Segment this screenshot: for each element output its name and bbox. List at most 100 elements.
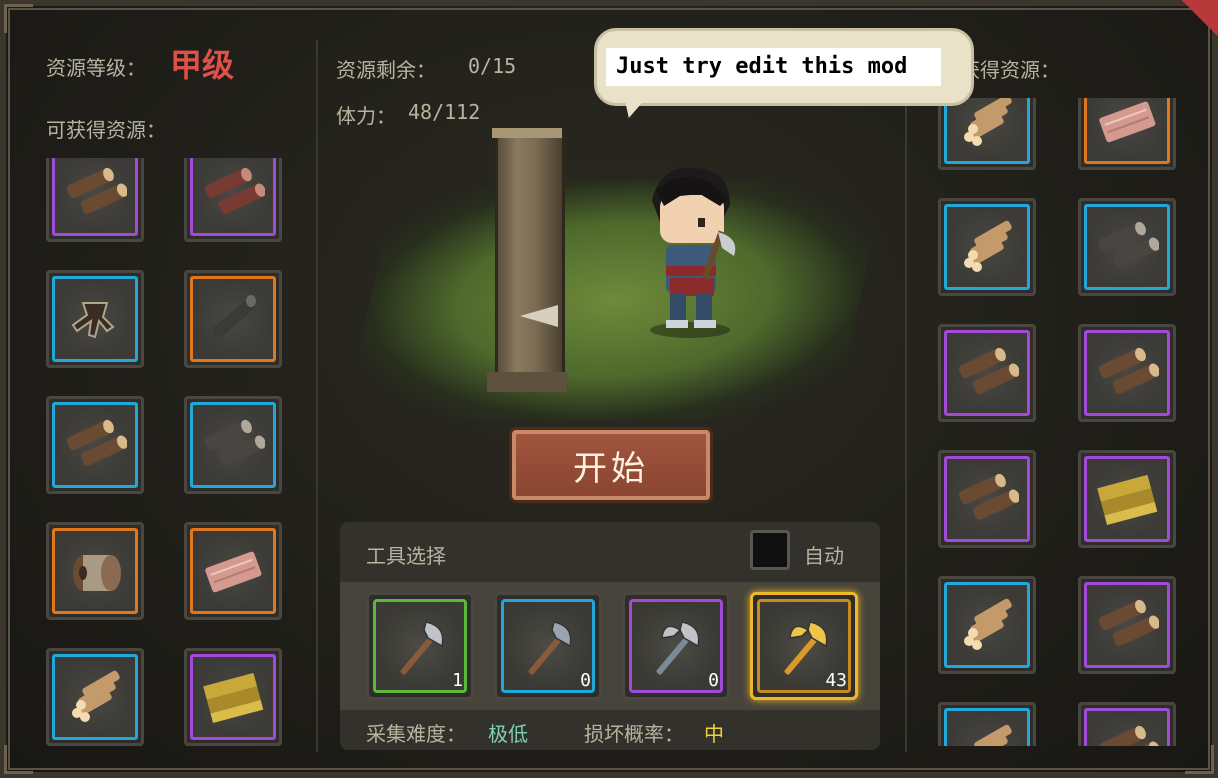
- log-icon: [958, 473, 1019, 520]
- resource-slot[interactable]: [1078, 198, 1176, 296]
- difficulty-value: 极低: [488, 722, 528, 746]
- resource-slot-frame: [944, 456, 1030, 542]
- resource-slot-frame: [190, 528, 276, 614]
- close-corner-icon[interactable]: [1178, 0, 1218, 40]
- rope-spool-icon: [73, 555, 121, 591]
- frame-corner-ornament: [1185, 745, 1214, 774]
- resource-slot[interactable]: [1078, 450, 1176, 548]
- speech-bubble-text: Just try edit this mod: [606, 48, 941, 86]
- iron-axe-icon: [400, 621, 444, 675]
- obtained-resources-list[interactable]: [920, 98, 1200, 746]
- tree-trunk[interactable]: [495, 130, 565, 392]
- tool-count: 0: [708, 670, 719, 691]
- log-pile-icon: [964, 220, 1012, 272]
- resource-slot-frame: [1084, 98, 1170, 164]
- log-icon: [1098, 599, 1159, 646]
- break-chance-label: 损坏概率：: [584, 722, 684, 746]
- tool-count: 0: [580, 670, 591, 691]
- player-character: [650, 167, 736, 338]
- resource-slot-frame: [52, 158, 138, 236]
- resource-slot-frame: [190, 654, 276, 740]
- resource-slot[interactable]: [1078, 324, 1176, 422]
- panel-divider: [316, 40, 318, 752]
- resource-slot[interactable]: [1078, 702, 1176, 746]
- log-icon: [1098, 347, 1159, 394]
- resource-slot-frame: [944, 582, 1030, 668]
- log-pile-icon: [966, 724, 1012, 746]
- resource-slot[interactable]: [46, 158, 144, 242]
- resource-slot-frame: [1084, 456, 1170, 542]
- frame-corner-ornament: [4, 745, 33, 774]
- resource-slot[interactable]: [938, 450, 1036, 548]
- log-pile-icon: [964, 598, 1012, 650]
- resource-remaining-label: 资源剩余：: [336, 58, 436, 82]
- resource-slot[interactable]: [184, 396, 282, 494]
- resource-slot[interactable]: [46, 522, 144, 620]
- red-log-icon: [204, 167, 265, 214]
- resource-slot-frame: [190, 158, 276, 236]
- tool-slot[interactable]: 1: [366, 592, 474, 700]
- tool-slot[interactable]: 43: [750, 592, 858, 700]
- resource-slot[interactable]: [46, 396, 144, 494]
- resource-slot[interactable]: [938, 324, 1036, 422]
- log-icon: [66, 419, 127, 466]
- gold-wood-plank-icon: [1097, 474, 1158, 526]
- resource-slot-frame: [52, 528, 138, 614]
- log-pile-icon: [72, 670, 120, 722]
- available-resources-list[interactable]: [30, 158, 300, 748]
- resource-slot[interactable]: [938, 98, 1036, 170]
- resource-grade-label: 资源等级：: [46, 56, 146, 80]
- tool-count: 1: [452, 670, 463, 691]
- difficulty-label: 采集难度：: [366, 722, 466, 746]
- resource-slot-frame: [1084, 204, 1170, 290]
- panel-divider: [905, 40, 907, 752]
- resource-slot-frame: [944, 330, 1030, 416]
- tree-roots: [487, 372, 567, 392]
- resource-slot-frame: [52, 654, 138, 740]
- log-icon: [1098, 725, 1159, 746]
- tool-slot[interactable]: 0: [494, 592, 602, 700]
- resource-slot[interactable]: [184, 648, 282, 746]
- root-icon: [71, 302, 115, 339]
- resource-slot[interactable]: [184, 158, 282, 242]
- resource-slot-frame: [1084, 330, 1170, 416]
- stamina-value: 48/112: [408, 100, 481, 124]
- auto-label[interactable]: 自动: [804, 540, 844, 569]
- resource-remaining-value: 0/15: [468, 54, 517, 78]
- resource-slot-frame: [944, 98, 1030, 164]
- resource-slot[interactable]: [46, 648, 144, 746]
- gold-wood-plank-icon: [203, 672, 264, 724]
- log-icon: [958, 347, 1019, 394]
- resource-slot[interactable]: [46, 270, 144, 368]
- resource-slot[interactable]: [938, 702, 1036, 746]
- battle-axe-icon: [656, 621, 700, 675]
- dark-branch-icon: [212, 295, 256, 338]
- resource-slot-frame: [52, 276, 138, 362]
- pink-wood-plank-icon: [1099, 101, 1156, 143]
- resource-slot[interactable]: [938, 198, 1036, 296]
- break-chance-value: 中: [704, 722, 724, 746]
- tool-slot[interactable]: 0: [622, 592, 730, 700]
- resource-slot-frame: [190, 402, 276, 488]
- available-resources-label: 可获得资源：: [46, 118, 166, 142]
- resource-slot-frame: [1084, 582, 1170, 668]
- resource-slot-frame: [944, 204, 1030, 290]
- steel-axe-icon: [528, 621, 572, 675]
- resource-slot-frame: [52, 402, 138, 488]
- start-button[interactable]: 开始: [512, 430, 710, 500]
- resource-slot-frame: [944, 708, 1030, 746]
- tool-selection-title: 工具选择: [366, 544, 446, 568]
- resource-slot-frame: [190, 276, 276, 362]
- resource-slot[interactable]: [184, 522, 282, 620]
- tree-stump-top: [492, 128, 562, 138]
- log-icon: [66, 167, 127, 214]
- resource-slot[interactable]: [1078, 576, 1176, 674]
- frame-corner-ornament: [4, 4, 33, 33]
- pink-wood-plank-icon: [205, 551, 262, 593]
- resource-slot[interactable]: [1078, 98, 1176, 170]
- dark-log-icon: [1098, 221, 1159, 268]
- resource-slot[interactable]: [184, 270, 282, 368]
- grass-ground: [344, 180, 886, 420]
- resource-slot[interactable]: [938, 576, 1036, 674]
- auto-checkbox[interactable]: [750, 530, 790, 570]
